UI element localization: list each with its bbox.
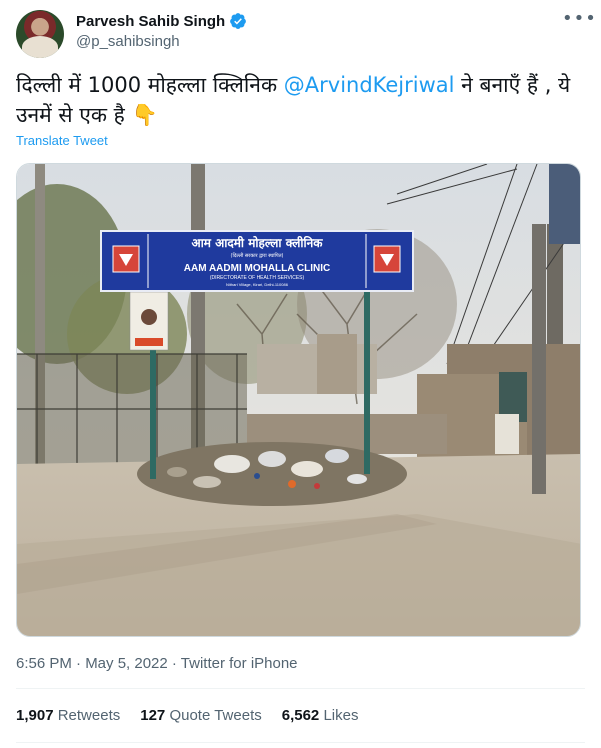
stat-likes-label: Likes — [323, 707, 359, 724]
stat-likes[interactable]: 6,562 Likes — [282, 707, 359, 724]
author-name[interactable]: Parvesh Sahib Singh — [76, 13, 225, 30]
more-icon[interactable]: ••• — [562, 10, 596, 32]
tweet-stats: 1,907 Retweets 127 Quote Tweets 6,562 Li… — [16, 707, 358, 724]
divider-top — [16, 688, 585, 689]
sign-english-title: AAM AADMI MOHALLA CLINIC — [184, 263, 330, 274]
author-name-row[interactable]: Parvesh Sahib Singh — [76, 12, 247, 30]
stat-retweets-label: Retweets — [57, 707, 121, 724]
tweet-text-part1: दिल्ली में 1000 मोहल्ला क्लिनिक — [16, 73, 284, 97]
verified-badge-icon — [230, 13, 247, 29]
stat-retweets-count: 1,907 — [16, 707, 54, 724]
avatar[interactable] — [16, 10, 64, 58]
stat-quote-tweets[interactable]: 127 Quote Tweets — [140, 707, 261, 724]
tweet-text: दिल्ली में 1000 मोहल्ला क्लिनिक @ArvindK… — [16, 70, 584, 130]
tweet-header: Parvesh Sahib Singh @p_sahibsingh ••• — [16, 10, 596, 60]
sign-hindi-subtitle: (दिल्ली सरकार द्वारा स्थापित) — [231, 252, 284, 259]
mention-link[interactable]: @ArvindKejriwal — [284, 73, 455, 97]
author-block: Parvesh Sahib Singh @p_sahibsingh — [76, 12, 247, 50]
photo-scene: आम आदमी मोहल्ला क्लीनिक (दिल्ली सरकार द्… — [17, 164, 580, 636]
stat-quote-count: 127 — [140, 707, 166, 724]
sign-department: (DIRECTORATE OF HEALTH SERVICES) — [210, 275, 305, 281]
tweet-photo[interactable]: आम आदमी मोहल्ला क्लीनिक (दिल्ली सरकार द्… — [16, 163, 581, 637]
stat-retweets[interactable]: 1,907 Retweets — [16, 707, 120, 724]
sign-hindi-title: आम आदमी मोहल्ला क्लीनिक — [192, 236, 324, 250]
stat-quote-label: Quote Tweets — [169, 707, 262, 724]
pointing-down-emoji-icon: 👇 — [131, 103, 158, 127]
author-handle[interactable]: @p_sahibsingh — [76, 33, 247, 50]
translate-tweet-link[interactable]: Translate Tweet — [16, 133, 108, 148]
divider-bottom — [16, 742, 585, 743]
tweet-timestamp[interactable]: 6:56 PM · May 5, 2022 · Twitter for iPho… — [16, 655, 298, 672]
sign-address: Nithari Village, Kirari, Delhi-110086 — [226, 282, 289, 287]
stat-likes-count: 6,562 — [281, 707, 320, 724]
